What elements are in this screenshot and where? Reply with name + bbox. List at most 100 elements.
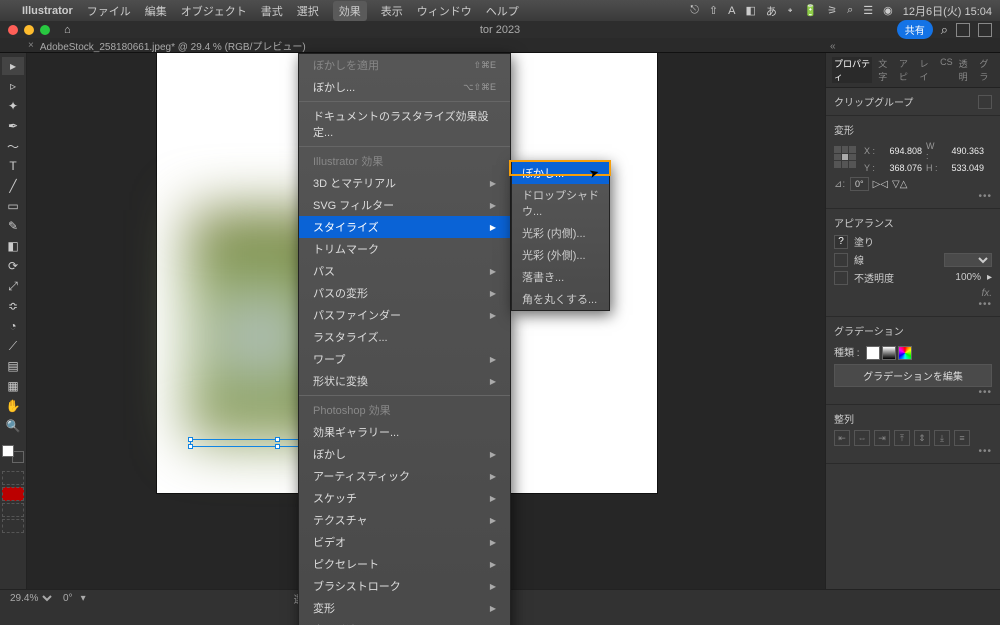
window-controls[interactable] bbox=[8, 25, 50, 35]
menu-view[interactable]: 表示 bbox=[381, 3, 403, 19]
eraser-tool[interactable]: ◧ bbox=[2, 237, 24, 255]
tab-cs[interactable]: CS bbox=[940, 57, 953, 83]
tab-layers[interactable]: レイ bbox=[920, 57, 935, 83]
control-center-icon[interactable]: ☰ bbox=[863, 4, 873, 17]
panel-menu-icon[interactable] bbox=[978, 95, 992, 109]
share-button[interactable]: 共有 bbox=[897, 20, 933, 39]
flip-h-icon[interactable]: ▷◁ bbox=[873, 179, 888, 190]
menu-item-brushstrokes[interactable]: ブラシストローク bbox=[299, 575, 510, 597]
edit-gradient-button[interactable]: グラデーションを編集 bbox=[834, 364, 992, 387]
menu-item-rasterize[interactable]: ラスタライズ... bbox=[299, 326, 510, 348]
bluetooth-icon[interactable]: ᛭ bbox=[787, 5, 794, 17]
align-top-icon[interactable]: ⤒ bbox=[894, 430, 910, 446]
workspace-switcher-icon[interactable] bbox=[956, 23, 970, 37]
tab-appearance[interactable]: アピ bbox=[899, 57, 914, 83]
document-tab[interactable]: AdobeStock_258180661.jpeg* @ 29.4 % (RGB… bbox=[40, 38, 306, 53]
arrange-docs-icon[interactable] bbox=[978, 23, 992, 37]
more-options-icon[interactable]: ••• bbox=[834, 387, 992, 398]
rotate-view-value[interactable]: 0° bbox=[63, 593, 73, 604]
submenu-item-outer-glow[interactable]: 光彩 (外側)... bbox=[512, 244, 609, 266]
input-icon[interactable]: あ bbox=[766, 3, 777, 19]
minimize-window-icon[interactable] bbox=[24, 25, 34, 35]
menu-item-convert-shape[interactable]: 形状に変換 bbox=[299, 370, 510, 392]
tab-properties[interactable]: プロパティ bbox=[832, 57, 872, 83]
stylize-submenu[interactable]: ぼかし... ドロップシャドウ... 光彩 (内側)... 光彩 (外側)...… bbox=[511, 161, 610, 311]
menu-type[interactable]: 書式 bbox=[261, 3, 283, 19]
menu-item-svg-filters[interactable]: SVG フィルター bbox=[299, 194, 510, 216]
more-options-icon[interactable]: ••• bbox=[834, 299, 992, 310]
tab-close-icon[interactable]: × bbox=[28, 40, 34, 51]
panel-collapse-icon[interactable]: « bbox=[830, 41, 836, 52]
fill-stroke-swatch[interactable] bbox=[2, 445, 24, 463]
submenu-item-round-corners[interactable]: 角を丸くする... bbox=[512, 288, 609, 310]
menu-item-texture[interactable]: テクスチャ bbox=[299, 509, 510, 531]
menu-item-video[interactable]: ビデオ bbox=[299, 531, 510, 553]
search-icon[interactable]: ⌕ bbox=[941, 22, 948, 38]
w-value[interactable]: 490.363 bbox=[942, 146, 984, 156]
flip-v-icon[interactable]: ▽△ bbox=[892, 179, 907, 190]
opacity-value[interactable]: 100% bbox=[955, 272, 981, 283]
direct-selection-tool[interactable]: ▹ bbox=[2, 77, 24, 95]
app-name[interactable]: Illustrator bbox=[22, 5, 73, 17]
menu-select[interactable]: 選択 bbox=[297, 3, 319, 19]
align-bottom-icon[interactable]: ⤓ bbox=[934, 430, 950, 446]
menu-edit[interactable]: 編集 bbox=[145, 3, 167, 19]
line-tool[interactable]: ╱ bbox=[2, 177, 24, 195]
curvature-tool[interactable]: ～ bbox=[2, 137, 24, 155]
menu-item-distort[interactable]: パスの変形 bbox=[299, 282, 510, 304]
gradient-type-buttons[interactable] bbox=[866, 346, 912, 360]
status-icon[interactable]: ⎋ bbox=[690, 4, 699, 17]
selection-tool[interactable]: ▸ bbox=[2, 57, 24, 75]
status-icon[interactable]: A bbox=[728, 5, 735, 17]
status-icon[interactable]: ⇧ bbox=[709, 4, 718, 17]
submenu-item-drop-shadow[interactable]: ドロップシャドウ... bbox=[512, 184, 609, 222]
pen-tool[interactable]: ✒ bbox=[2, 117, 24, 135]
align-left-icon[interactable]: ⇤ bbox=[834, 430, 850, 446]
zoom-window-icon[interactable] bbox=[40, 25, 50, 35]
paintbrush-tool[interactable]: ✎ bbox=[2, 217, 24, 235]
menu-item-ps-blur[interactable]: ぼかし bbox=[299, 443, 510, 465]
fx-icon[interactable]: fx. bbox=[834, 288, 992, 299]
menu-item-trim-marks[interactable]: トリムマーク bbox=[299, 238, 510, 260]
menu-item-stylize[interactable]: スタイライズ bbox=[299, 216, 510, 238]
magic-wand-tool[interactable]: ✦ bbox=[2, 97, 24, 115]
zoom-tool[interactable]: 🔍 bbox=[2, 417, 24, 435]
stroke-weight[interactable] bbox=[944, 253, 992, 267]
menu-item-artistic[interactable]: アーティスティック bbox=[299, 465, 510, 487]
align-vcenter-icon[interactable]: ⇕ bbox=[914, 430, 930, 446]
menu-item-apply-last[interactable]: ぼかしを適用⇧⌘E bbox=[299, 54, 510, 76]
panel-tabs[interactable]: プロパティ 文字 アピ レイ CS 透明 グラ bbox=[826, 53, 1000, 88]
rotate-value[interactable]: 0° bbox=[850, 177, 869, 191]
menu-item-stylize-ps[interactable]: 表現手法 bbox=[299, 619, 510, 625]
clock[interactable]: 12月6日(火) 15:04 bbox=[903, 3, 992, 19]
menu-item-ps-distort[interactable]: 変形 bbox=[299, 597, 510, 619]
menu-item-pixelate[interactable]: ピクセレート bbox=[299, 553, 510, 575]
menu-help[interactable]: ヘルプ bbox=[486, 3, 519, 19]
width-tool[interactable]: ≎ bbox=[2, 297, 24, 315]
menu-item-warp[interactable]: ワープ bbox=[299, 348, 510, 370]
more-options-icon[interactable]: ••• bbox=[834, 446, 992, 457]
status-icon[interactable]: ◧ bbox=[745, 4, 755, 17]
wifi-icon[interactable]: ⚞ bbox=[827, 4, 837, 17]
shapebuilder-tool[interactable]: ◔ bbox=[2, 317, 24, 335]
submenu-item-feather[interactable]: ぼかし... bbox=[512, 162, 609, 184]
stroke-swatch[interactable] bbox=[834, 253, 848, 267]
menu-item-raster-settings[interactable]: ドキュメントのラスタライズ効果設定... bbox=[299, 105, 510, 143]
more-options-icon[interactable]: ••• bbox=[834, 191, 992, 202]
menu-item-3d[interactable]: 3D とマテリアル bbox=[299, 172, 510, 194]
align-hcenter-icon[interactable]: ⇔ bbox=[854, 430, 870, 446]
x-value[interactable]: 694.808 bbox=[880, 146, 922, 156]
fill-swatch[interactable]: ? bbox=[834, 235, 848, 249]
tab-gradient[interactable]: グラ bbox=[979, 57, 994, 83]
menu-item-pathfinder[interactable]: パスファインダー bbox=[299, 304, 510, 326]
eyedropper-tool[interactable]: ⟋ bbox=[2, 337, 24, 355]
menu-item-sketch[interactable]: スケッチ bbox=[299, 487, 510, 509]
home-icon[interactable]: ⌂ bbox=[64, 24, 71, 36]
screen-mode-icons[interactable] bbox=[2, 471, 24, 533]
submenu-item-inner-glow[interactable]: 光彩 (内側)... bbox=[512, 222, 609, 244]
close-window-icon[interactable] bbox=[8, 25, 18, 35]
hand-tool[interactable]: ✋ bbox=[2, 397, 24, 415]
gradient-tool[interactable]: ▤ bbox=[2, 357, 24, 375]
align-buttons[interactable]: ⇤ ⇔ ⇥ ⤒ ⇕ ⤓ ≡ bbox=[834, 430, 992, 446]
y-value[interactable]: 368.076 bbox=[880, 163, 922, 173]
